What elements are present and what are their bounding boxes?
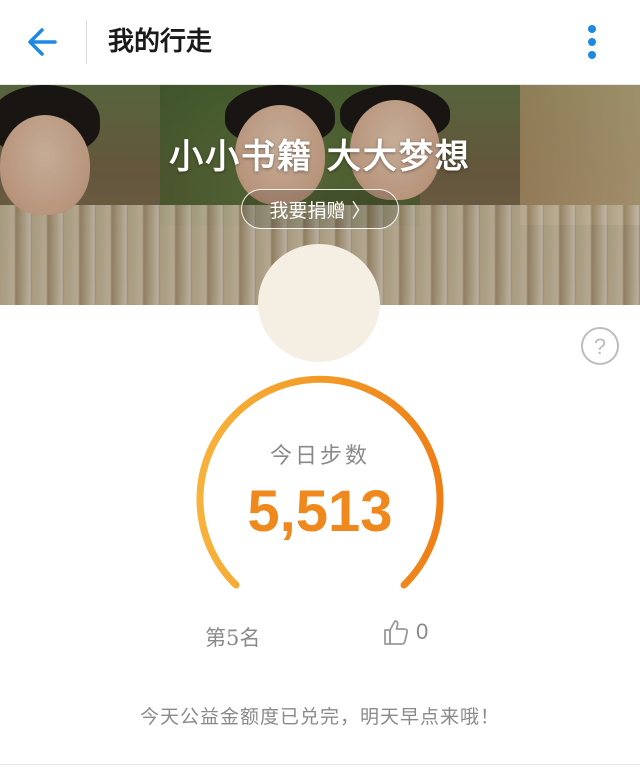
steps-label: 今日步数 — [269, 444, 370, 469]
vertical-dots-icon — [588, 25, 596, 59]
avatar[interactable] — [258, 244, 380, 362]
like-button[interactable]: 0 — [382, 616, 428, 648]
help-button[interactable]: ? — [580, 326, 620, 366]
steps-value: 5,513 — [247, 479, 393, 544]
question-circle-icon: ? — [581, 327, 619, 365]
rank-label[interactable]: 第5名 — [205, 622, 260, 652]
bottom-divider — [0, 764, 640, 765]
page-title: 我的行走 — [108, 27, 213, 57]
like-count: 0 — [416, 619, 429, 644]
arrow-left-icon — [28, 28, 57, 56]
back-button[interactable] — [18, 20, 66, 64]
notice-text: 今天公益金额度已兑完，明天早点来哦！ — [139, 706, 500, 728]
header-divider — [86, 20, 87, 64]
banner-title: 小小书籍 大大梦想 — [169, 137, 471, 177]
more-button[interactable] — [572, 22, 612, 62]
top-bar: 我的行走 — [0, 0, 640, 85]
thumbs-up-icon — [384, 620, 409, 645]
donate-button[interactable]: 我要捐赠 〉 — [241, 189, 399, 229]
svg-text:?: ? — [594, 334, 606, 359]
